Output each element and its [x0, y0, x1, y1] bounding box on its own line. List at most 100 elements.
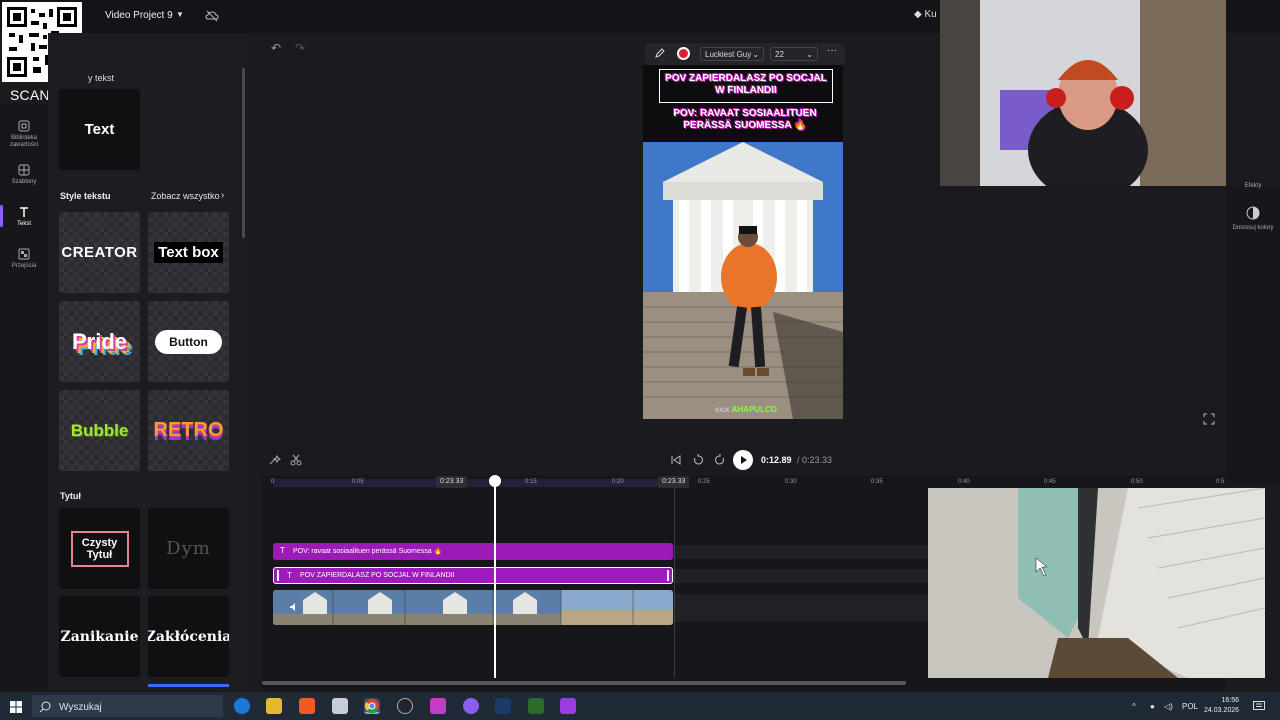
clip-trim-handle-right[interactable]: [667, 570, 669, 581]
ruler-tick-label: 0:50: [1131, 479, 1143, 485]
chrome-icon[interactable]: [364, 698, 380, 714]
ruler-tick-label: 0:25: [698, 479, 710, 485]
style-tile-label: RETRO: [153, 419, 224, 441]
font-size-select[interactable]: 22 ⌄: [770, 47, 818, 61]
rail-label-library: Biblioteka zawartości: [9, 135, 39, 148]
play-button[interactable]: [733, 450, 753, 470]
undo-icon[interactable]: ↶: [271, 41, 281, 55]
project-title[interactable]: Video Project 9: [105, 10, 173, 21]
plain-text-tile[interactable]: Text: [59, 89, 140, 170]
fullscreen-icon[interactable]: [1203, 413, 1215, 425]
ruler-tick-label: 0:35: [871, 479, 883, 485]
font-size-value: 22: [775, 50, 784, 59]
text-color-swatch[interactable]: [677, 47, 690, 60]
left-rail: Biblioteka zawartości Szablony Tekst Prz…: [0, 105, 48, 690]
tray-chevron-icon[interactable]: ^: [1132, 702, 1136, 711]
rail-item-transitions[interactable]: Przejścia: [0, 247, 48, 287]
font-select-value: Luckiest Guy: [705, 50, 752, 59]
premium-button[interactable]: ◆ Ku: [914, 9, 937, 20]
rail-item-adjust-colors[interactable]: Dostosuj kolory: [1226, 206, 1280, 232]
see-all-link[interactable]: Zobacz wszystko: [151, 191, 220, 201]
microphone-icon[interactable]: ●: [1150, 702, 1155, 711]
clip-trim-handle-left[interactable]: [277, 570, 279, 581]
playhead-handle[interactable]: [489, 475, 501, 487]
ruler-tick-label: 0:45: [1044, 479, 1056, 485]
edge-icon[interactable]: [234, 698, 250, 714]
rail-item-library[interactable]: Biblioteka zawartości: [0, 119, 48, 159]
ruler-tick-label: 0:5: [1216, 479, 1225, 485]
webcam-scene: [940, 0, 1226, 186]
rail-item-templates[interactable]: Szablony: [0, 163, 48, 203]
text-clip-2[interactable]: T POV ZAPIERDALASZ PO SOCJAL W FINLANDII: [273, 567, 673, 584]
rewind-5-icon[interactable]: [692, 454, 704, 466]
language-indicator[interactable]: POL: [1182, 702, 1198, 711]
templates-icon: [18, 164, 30, 176]
steam-icon[interactable]: [495, 698, 511, 714]
style-tile-retro[interactable]: RETRO: [148, 390, 229, 471]
title-tile-glitch[interactable]: Zakłócenia: [148, 596, 229, 677]
volume-icon[interactable]: [289, 602, 299, 612]
video-clip[interactable]: [273, 590, 673, 625]
timeline-scrollbar[interactable]: [262, 681, 906, 685]
redo-icon[interactable]: ↷: [295, 41, 305, 55]
brave-icon[interactable]: [299, 698, 315, 714]
title-tile-smoke[interactable]: Dym: [148, 508, 229, 589]
playhead[interactable]: [494, 476, 496, 678]
webcam-overlay: [940, 0, 1226, 186]
split-scissors-icon[interactable]: [290, 454, 302, 466]
style-tile-pride[interactable]: Pride: [59, 301, 140, 382]
premium-label: Ku: [924, 9, 937, 20]
rr-label-adjust: Dostosuj kolory: [1232, 225, 1274, 231]
caption-bottom[interactable]: POV: RAVAAT SOSIAALITUEN PERÄSSÄ SUOMESS…: [657, 108, 833, 132]
chevron-right-icon[interactable]: ›: [221, 190, 224, 201]
forward-5-icon[interactable]: [714, 454, 726, 466]
title-tile-label: Dym: [166, 538, 211, 559]
speaker-icon[interactable]: ◁): [1164, 702, 1173, 711]
video-preview[interactable]: POV ZAPIERDALASZ PO SOCJAL W FINLANDII P…: [643, 65, 843, 419]
magic-edit-icon[interactable]: [268, 454, 282, 466]
text-clip-1[interactable]: T POV: ravaat sosiaalituen perässä Suome…: [273, 543, 673, 560]
app-icon[interactable]: [528, 698, 544, 714]
caption-top[interactable]: POV ZAPIERDALASZ PO SOCJAL W FINLANDII: [661, 73, 831, 97]
rail-label-text: Tekst: [16, 221, 31, 227]
ruler-tick-label: 0:30: [785, 479, 797, 485]
timeline-end-marker: [674, 488, 675, 678]
style-tile-text-box[interactable]: Text box: [148, 212, 229, 293]
rail-item-text[interactable]: Tekst: [0, 205, 48, 245]
cathedral-scene: [643, 142, 843, 419]
app-icon[interactable]: [332, 698, 348, 714]
app-icon[interactable]: [463, 698, 479, 714]
title-tile-fade[interactable]: Zanikanie: [59, 596, 140, 677]
more-options-icon[interactable]: ···: [827, 45, 837, 56]
title-tile-clean[interactable]: Czysty Tytuł: [59, 508, 140, 589]
obs-icon[interactable]: [397, 698, 413, 714]
door-scene: [928, 488, 1265, 678]
taskbar-clock[interactable]: 16:56 24.03.2026: [1204, 696, 1239, 716]
ruler-end-badge: 0:23.33: [658, 476, 690, 488]
style-tile-button[interactable]: Button: [148, 301, 229, 382]
kick-watermark: KICK AHAPULCO: [715, 405, 777, 414]
text-clip-label: POV ZAPIERDALASZ PO SOCJAL W FINLANDII: [300, 572, 455, 579]
rail-item-effects[interactable]: Efekty: [1226, 183, 1280, 190]
chevron-down-icon[interactable]: ▼: [176, 10, 184, 19]
adjust-colors-icon: [1246, 206, 1260, 220]
skip-back-icon[interactable]: [670, 454, 682, 466]
panel-scrollbar[interactable]: [242, 68, 245, 238]
ruler-tick-label: 0:05: [352, 479, 364, 485]
font-select[interactable]: Luckiest Guy ⌄: [700, 47, 764, 61]
cloud-off-icon[interactable]: [205, 9, 219, 23]
notifications-icon[interactable]: [1253, 701, 1265, 712]
panel-bottom-accent: [148, 684, 229, 687]
app-icon[interactable]: [430, 698, 446, 714]
windows-start-icon[interactable]: [10, 701, 22, 713]
style-tile-label: CREATOR: [61, 244, 138, 261]
clipchamp-icon[interactable]: [560, 698, 576, 714]
style-tile-creator[interactable]: CREATOR: [59, 212, 140, 293]
video-clip-thumbnails: [273, 590, 673, 625]
style-tile-bubble[interactable]: Bubble: [59, 390, 140, 471]
ruler-marker-badge: 0:23.33: [436, 476, 468, 488]
text-icon: [20, 207, 28, 217]
file-explorer-icon[interactable]: [266, 698, 282, 714]
text-clip-label: POV: ravaat sosiaalituen perässä Suomess…: [293, 548, 443, 555]
pen-icon[interactable]: [654, 47, 666, 59]
